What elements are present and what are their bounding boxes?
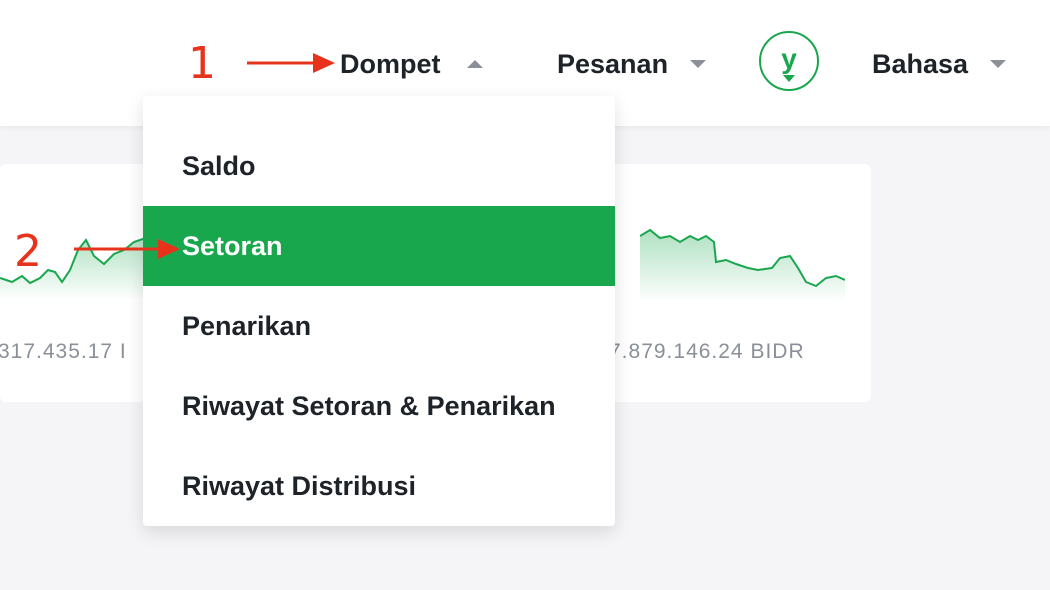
nav-dompet-label: Dompet [340, 48, 441, 79]
user-avatar[interactable]: y [759, 31, 819, 91]
menu-item-penarikan[interactable]: Penarikan [143, 286, 615, 366]
nav-pesanan-label: Pesanan [557, 48, 669, 79]
user-avatar-icon: y [781, 43, 797, 82]
annotation-2-arrow-icon [74, 239, 180, 259]
avatar-letter: y [781, 43, 797, 74]
chevron-up-icon [466, 60, 483, 68]
nav-dompet[interactable]: Dompet [340, 44, 483, 84]
card-right-value: 7.879.146.24 BIDR [609, 340, 805, 363]
sparkline-right [640, 228, 845, 302]
menu-item-riwayat-setoran-penarikan[interactable]: Riwayat Setoran & Penarikan [143, 366, 615, 446]
nav-bahasa-label: Bahasa [872, 48, 969, 79]
chevron-down-icon [690, 60, 707, 68]
annotation-2-label: 2 [14, 226, 42, 277]
nav-bahasa[interactable]: Bahasa [872, 44, 1007, 84]
annotation-1-arrow-icon [247, 53, 335, 73]
menu-item-saldo[interactable]: Saldo [143, 126, 615, 206]
menu-item-setoran[interactable]: Setoran [143, 206, 615, 286]
menu-item-riwayat-distribusi[interactable]: Riwayat Distribusi [143, 446, 615, 526]
wallet-dropdown-menu: Saldo Setoran Penarikan Riwayat Setoran … [143, 96, 615, 526]
annotation-1-label: 1 [188, 38, 216, 89]
nav-pesanan[interactable]: Pesanan [557, 44, 707, 84]
chevron-down-icon [990, 60, 1007, 68]
card-left-value: 317.435.17 I [0, 340, 127, 363]
